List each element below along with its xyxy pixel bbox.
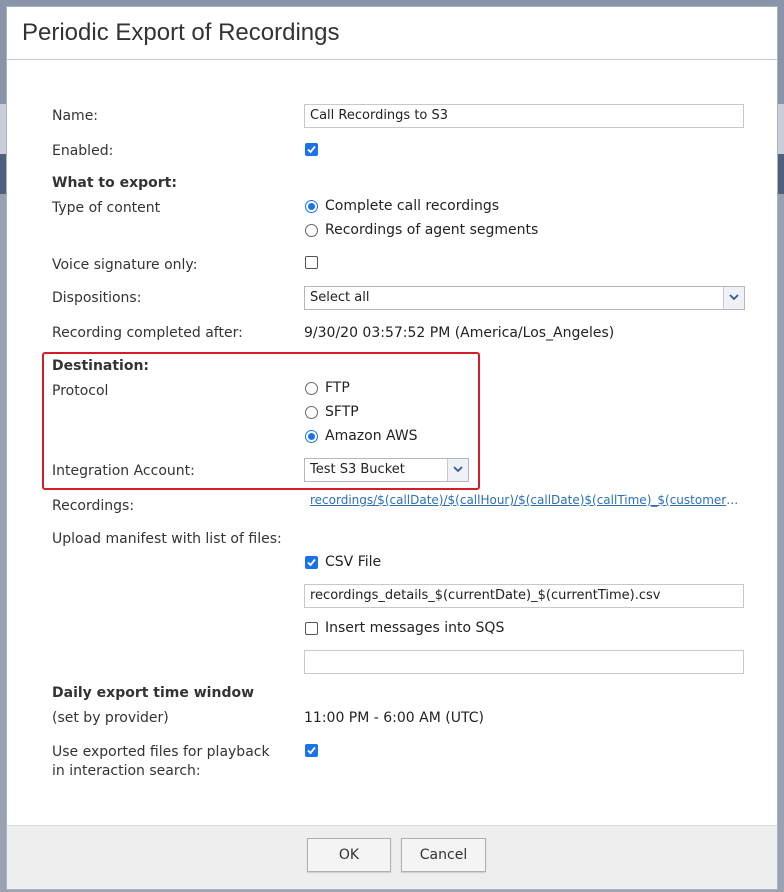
content-agent-segments-label[interactable]: Recordings of agent segments [325,222,538,238]
chevron-down-icon [453,466,463,473]
protocol-aws-label[interactable]: Amazon AWS [325,428,418,444]
recording-completed-label: Recording completed after: [52,325,243,341]
checkmark-icon [307,558,316,567]
integration-account-select[interactable]: Test S3 Bucket [304,458,469,482]
content-complete-radio[interactable] [305,200,318,213]
checkmark-icon [307,145,316,154]
csv-filename-input[interactable]: recordings_details_$(currentDate)_$(curr… [304,584,744,608]
time-window-heading: Daily export time window [52,685,255,701]
recordings-path-link[interactable]: recordings/$(callDate)/$(callHour)/$(cal… [310,493,745,507]
protocol-ftp-radio[interactable] [305,382,318,395]
ok-button[interactable]: OK [307,838,391,872]
protocol-label: Protocol [52,383,109,399]
playback-checkbox[interactable] [305,744,318,757]
recordings-label: Recordings: [52,498,135,514]
playback-label-line1: Use exported files for playback [52,744,270,760]
dialog-title: Periodic Export of Recordings [22,19,340,46]
cancel-button[interactable]: Cancel [401,838,486,872]
dialog-footer: OK Cancel [7,825,777,889]
csv-file-label[interactable]: CSV File [325,554,381,570]
playback-label-line2: in interaction search: [52,763,201,779]
dispositions-value: Select all [310,290,370,305]
protocol-sftp-radio[interactable] [305,406,318,419]
name-input[interactable]: Call Recordings to S3 [304,104,744,128]
integration-account-value: Test S3 Bucket [310,462,405,477]
recording-completed-value: 9/30/20 03:57:52 PM (America/Los_Angeles… [304,325,615,341]
content-complete-label[interactable]: Complete call recordings [325,198,499,214]
integration-account-label: Integration Account: [52,463,195,479]
dispositions-select[interactable]: Select all [304,286,745,310]
what-to-export-heading: What to export: [52,175,177,191]
voice-signature-checkbox[interactable] [305,256,318,269]
dispositions-dropdown-button[interactable] [723,287,744,309]
type-of-content-label: Type of content [52,200,161,216]
enabled-label: Enabled: [52,143,114,159]
manifest-label: Upload manifest with list of files: [52,531,282,547]
name-label: Name: [52,108,99,124]
export-dialog: Periodic Export of Recordings Name: Call… [6,6,778,890]
protocol-aws-radio[interactable] [305,430,318,443]
time-window-value: 11:00 PM - 6:00 AM (UTC) [304,710,484,726]
dialog-title-bar: Periodic Export of Recordings [7,7,777,60]
protocol-ftp-label[interactable]: FTP [325,380,350,396]
voice-signature-label: Voice signature only: [52,257,198,273]
enabled-checkbox[interactable] [305,143,318,156]
sqs-input[interactable] [304,650,744,674]
destination-heading: Destination: [52,358,150,374]
time-window-sublabel: (set by provider) [52,710,169,726]
chevron-down-icon [729,294,739,301]
sqs-label[interactable]: Insert messages into SQS [325,620,504,636]
protocol-sftp-label[interactable]: SFTP [325,404,359,420]
content-agent-segments-radio[interactable] [305,224,318,237]
csv-file-checkbox[interactable] [305,556,318,569]
dispositions-label: Dispositions: [52,290,142,306]
sqs-checkbox[interactable] [305,622,318,635]
integration-dropdown-button[interactable] [447,459,468,481]
checkmark-icon [307,746,316,755]
